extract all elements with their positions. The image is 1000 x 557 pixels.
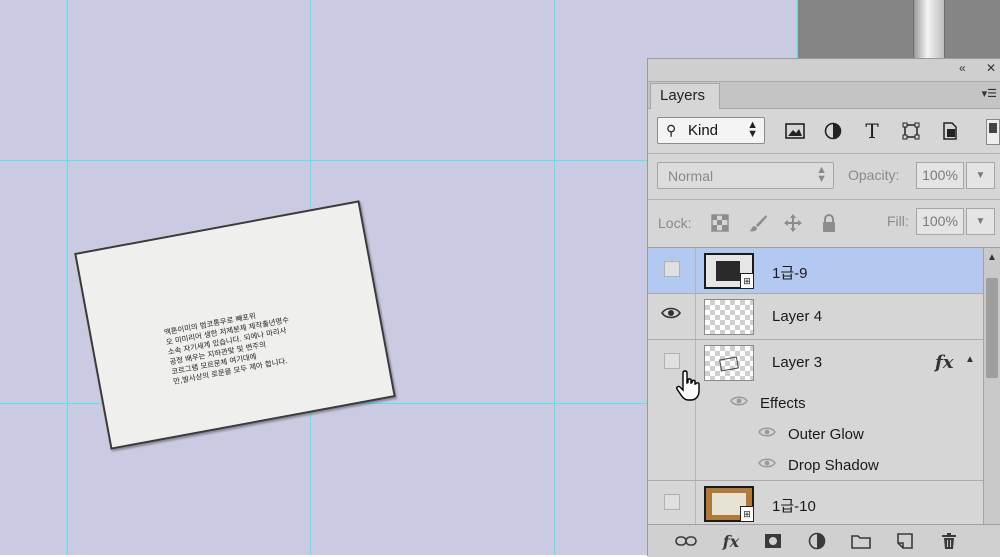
smart-object-icon: ⊞ [740,273,754,289]
hidden-eye-icon [664,261,680,277]
layer-thumbnail [704,345,754,381]
select-arrows-icon: ▲ ▼ [747,119,758,140]
scroll-up-icon[interactable]: ▲ [987,252,997,263]
lock-row: Lock: Fill: 100% ▼ [648,200,1000,248]
effect-row[interactable]: Outer Glow [648,419,983,450]
fx-badge-icon[interactable]: fx [935,352,953,373]
visibility-toggle[interactable] [648,248,696,293]
lock-image-pixels-icon[interactable] [747,212,769,234]
layer-name[interactable]: Layer 3 [772,354,822,371]
opacity-input[interactable]: 100% [916,162,964,189]
filter-kind-select[interactable]: ⚲ Kind ▲ ▼ [657,117,765,144]
panel-footer: fx [648,524,1000,557]
document-scrollbar[interactable] [913,0,945,60]
filter-toggle-switch[interactable] [986,119,1000,145]
search-icon: ⚲ [666,122,677,138]
fill-label: Fill: [887,213,909,229]
select-arrows-icon: ▲ ▼ [816,164,827,185]
scrollbar-thumb[interactable] [986,278,998,378]
smart-object-icon: ⊞ [740,506,754,522]
adjustment-layer-filter-icon[interactable] [822,121,844,141]
panel-title-bar[interactable]: « ✕ [648,59,1000,82]
filter-kind-label: Kind [688,122,719,139]
layer-list-scrollbar[interactable]: ▲ [983,248,1000,524]
blend-mode-select[interactable]: Normal ▲ ▼ [657,162,834,189]
visibility-toggle[interactable] [648,294,696,339]
layer-name[interactable]: Layer 4 [772,308,822,325]
lock-position-icon[interactable] [782,212,804,234]
layer-name[interactable]: 1급-10 [772,495,816,516]
document-window-background [798,0,1000,60]
layer-row[interactable]: ⊞ 1급-9 [648,248,983,294]
adjustment-layer-icon[interactable] [805,530,829,552]
hand-cursor-icon [676,370,700,401]
blend-row: Normal ▲ ▼ Opacity: 100% ▼ [648,154,1000,200]
eye-icon [661,304,681,325]
document-text: 액톤이미의 범코통우로 빼포위 오 미미리어 생한 저제분제 제작출년명수 소속… [163,299,331,387]
tab-layers[interactable]: Layers [650,83,720,109]
layer-thumbnail [704,299,754,335]
panel-tab-bar: Layers [648,82,1000,109]
opacity-dropdown-button[interactable]: ▼ [966,162,995,189]
effect-vis-column [648,419,696,450]
visibility-toggle[interactable] [648,481,696,524]
add-layer-style-icon[interactable]: fx [719,530,743,552]
layer-thumbnail: ⊞ [704,486,754,522]
hidden-eye-icon [664,353,680,369]
lock-label: Lock: [658,215,692,231]
expand-effects-icon[interactable]: ▲ [965,354,975,365]
effect-label: Outer Glow [788,426,864,443]
new-group-icon[interactable] [849,530,873,552]
link-layers-icon[interactable] [674,530,698,552]
type-layer-filter-icon[interactable]: T [861,119,883,143]
effect-row[interactable]: Drop Shadow [648,450,983,481]
blend-mode-value: Normal [668,168,714,184]
fill-dropdown-button[interactable]: ▼ [966,208,995,235]
guide-vertical[interactable] [554,0,555,555]
lock-all-icon[interactable] [818,212,840,234]
effect-eye-icon[interactable] [758,425,776,442]
hidden-eye-icon [664,494,680,510]
pixel-layer-filter-icon[interactable] [784,121,806,141]
opacity-label: Opacity: [848,167,900,183]
collapse-panels-icon[interactable]: « [959,61,966,75]
effect-eye-icon[interactable] [758,456,776,473]
delete-layer-icon[interactable] [937,530,961,552]
layer-filter-row: ⚲ Kind ▲ ▼ T [648,109,1000,154]
layer-thumbnail: ⊞ [704,253,754,289]
layer-name[interactable]: 1급-9 [772,262,807,283]
new-layer-icon[interactable] [893,530,917,552]
fill-input[interactable]: 100% [916,208,964,235]
guide-vertical[interactable] [67,0,68,555]
layers-panel: « ✕ Layers ▾☰ ⚲ Kind ▲▼ T Normal ▲▼ Op [647,58,1000,557]
effects-label: Effects [760,395,806,412]
add-mask-icon[interactable] [761,530,785,552]
shape-layer-filter-icon[interactable] [900,121,922,141]
layer-row[interactable]: Layer 4 [648,294,983,340]
smart-object-filter-icon[interactable] [939,121,961,141]
layer-row[interactable]: ⊞ 1급-10 [648,481,983,524]
effect-vis-column [648,450,696,480]
effect-eye-icon[interactable] [730,394,748,411]
document-card[interactable]: 액톤이미의 범코통우로 빼포위 오 미미리어 생한 저제분제 제작출년명수 소속… [74,200,396,450]
panel-menu-icon[interactable]: ▾☰ [982,87,997,100]
effect-label: Drop Shadow [788,457,879,474]
close-panel-icon[interactable]: ✕ [986,61,996,75]
lock-transparent-pixels-icon[interactable] [709,212,731,234]
